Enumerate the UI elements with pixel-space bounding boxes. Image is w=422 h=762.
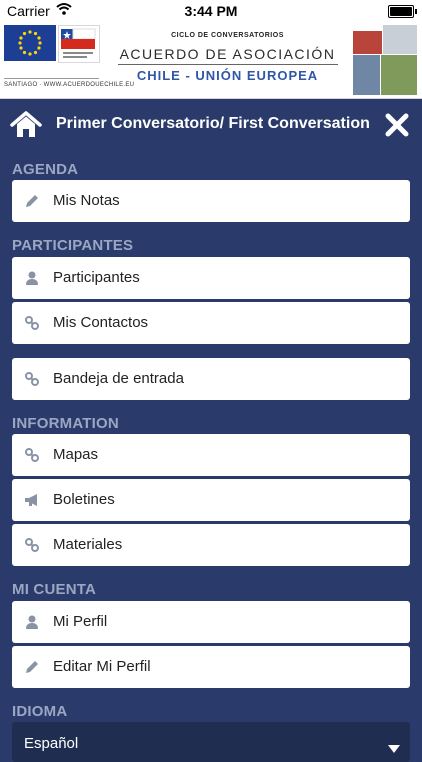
menu-item-label: Mi Perfil bbox=[53, 613, 108, 630]
eu-flag-logo bbox=[4, 25, 56, 61]
menu-item-label: Participantes bbox=[53, 269, 140, 286]
section-information: INFORMATION bbox=[12, 415, 119, 432]
menu-item-boletines[interactable]: Boletines bbox=[12, 479, 410, 521]
section-agenda: AGENDA bbox=[12, 161, 79, 178]
banner-divider bbox=[4, 78, 99, 79]
status-bar: Carrier 3:44 PM bbox=[0, 0, 422, 22]
language-select-value: Español bbox=[24, 735, 79, 752]
chevron-down-icon bbox=[388, 740, 400, 753]
banner-agreement-text: ACUERDO DE ASOCIACIÓN bbox=[119, 46, 336, 62]
person-icon bbox=[24, 614, 40, 630]
menu-item-label: Boletines bbox=[53, 491, 115, 508]
section-mi-cuenta: MI CUENTA bbox=[12, 581, 97, 598]
menu-item-label: Mis Notas bbox=[53, 192, 120, 209]
menu-item-label: Editar Mi Perfil bbox=[53, 658, 151, 675]
banner-countries-text: CHILE - UNIÓN EUROPEA bbox=[136, 68, 319, 83]
menu-item-bandeja-de-entrada[interactable]: Bandeja de entrada bbox=[12, 358, 410, 400]
megaphone-icon bbox=[24, 492, 40, 508]
section-idioma: IDIOMA bbox=[12, 703, 68, 720]
pencil-icon bbox=[24, 193, 40, 209]
link-icon bbox=[24, 537, 40, 553]
event-banner: SANTIAGO · WWW.ACUERDOUECHILE.EU CICLO D… bbox=[0, 22, 422, 99]
battery-icon bbox=[388, 5, 417, 18]
section-participantes: PARTICIPANTES bbox=[12, 237, 134, 254]
menu-item-label: Mis Contactos bbox=[53, 314, 149, 331]
banner-photo-collage bbox=[352, 24, 418, 96]
person-icon bbox=[24, 270, 40, 286]
menu-item-label: Bandeja de entrada bbox=[53, 370, 184, 387]
link-icon bbox=[24, 371, 40, 387]
menu-item-participantes[interactable]: Participantes bbox=[12, 257, 410, 299]
menu-item-mis-contactos[interactable]: Mis Contactos bbox=[12, 302, 410, 344]
menu-item-label: Mapas bbox=[53, 446, 99, 463]
banner-photo bbox=[380, 54, 418, 96]
menu-item-materiales[interactable]: Materiales bbox=[12, 524, 410, 566]
menu-item-editar-mi-perfil[interactable]: Editar Mi Perfil bbox=[12, 646, 410, 688]
language-select[interactable]: Español bbox=[12, 722, 410, 762]
link-icon bbox=[24, 447, 40, 463]
close-icon[interactable] bbox=[384, 112, 410, 138]
banner-rule bbox=[118, 64, 338, 65]
status-time: 3:44 PM bbox=[184, 3, 238, 19]
banner-cycle-text: CICLO DE CONVERSATORIOS bbox=[171, 32, 284, 39]
banner-photo bbox=[352, 54, 382, 96]
banner-photo bbox=[382, 24, 418, 56]
page-title: Primer Conversatorio/ First Conversation bbox=[56, 115, 370, 132]
menu-item-mi-perfil[interactable]: Mi Perfil bbox=[12, 601, 410, 643]
banner-photo bbox=[352, 30, 384, 56]
link-icon bbox=[24, 315, 40, 331]
chile-government-logo bbox=[58, 25, 100, 63]
menu-header: Primer Conversatorio/ First Conversation bbox=[0, 99, 422, 149]
menu-item-mapas[interactable]: Mapas bbox=[12, 434, 410, 476]
home-icon[interactable] bbox=[10, 111, 42, 139]
menu-item-label: Materiales bbox=[53, 536, 123, 553]
pencil-icon bbox=[24, 659, 40, 675]
menu-item-mis-notas[interactable]: Mis Notas bbox=[12, 180, 410, 222]
